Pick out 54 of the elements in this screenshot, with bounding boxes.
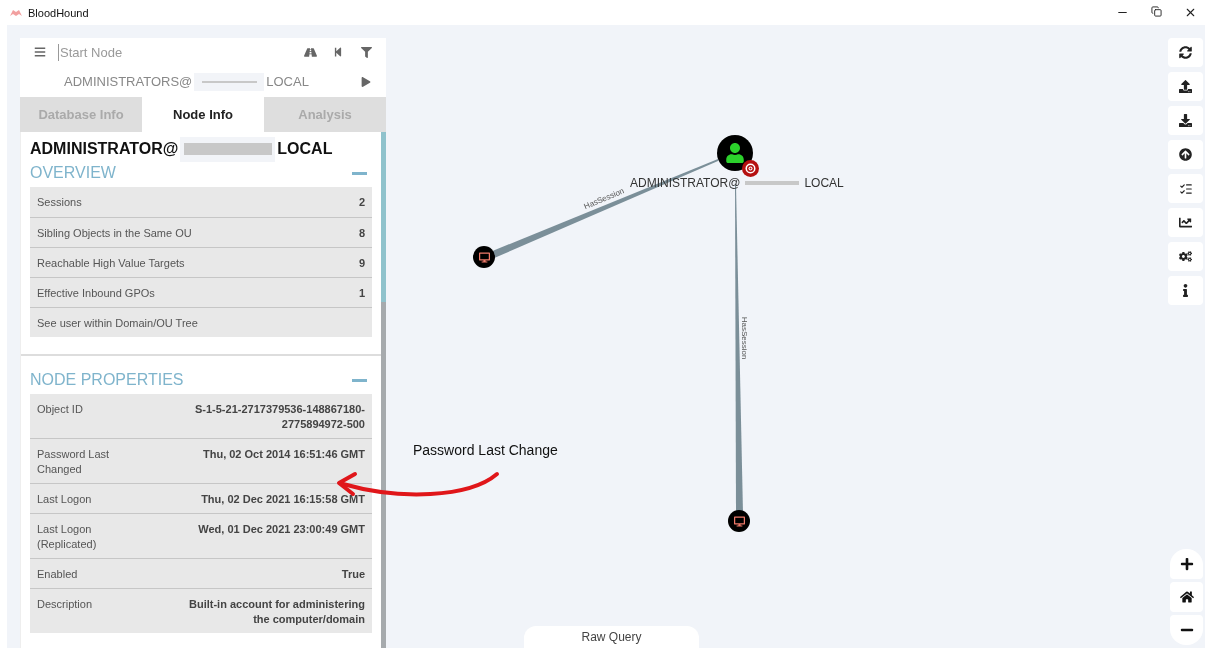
home-icon[interactable] xyxy=(1170,582,1203,612)
row-value: Built-in account for administering the computer/domain xyxy=(188,597,365,627)
info-icon[interactable] xyxy=(1168,276,1203,305)
redaction-bar xyxy=(745,181,800,185)
row-label[interactable]: See user within Domain/OU Tree xyxy=(37,316,198,331)
restore-icon[interactable] xyxy=(1151,6,1162,17)
row-label[interactable]: Sibling Objects in the Same OU xyxy=(37,226,192,241)
monitor-icon xyxy=(733,515,745,527)
row-label: Password Last Changed xyxy=(37,447,111,477)
monitor-icon xyxy=(478,251,490,263)
row-label[interactable]: Effective Inbound GPOs xyxy=(37,286,155,301)
raw-query-tab[interactable]: Raw Query xyxy=(524,626,699,648)
row-label: Object ID xyxy=(37,402,83,417)
start-node-text: LOCAL xyxy=(266,74,309,89)
graph-node[interactable] xyxy=(473,246,495,268)
node-title: LOCAL xyxy=(277,140,333,158)
upload-icon[interactable] xyxy=(1168,72,1203,101)
user-icon xyxy=(725,143,745,163)
row-value: S-1-5-21-2717379536-148867180-2775894972-500 xyxy=(193,402,365,432)
hound-logo-icon xyxy=(10,8,22,17)
row-value: 1 xyxy=(358,286,365,301)
row-value: Thu, 02 Dec 2021 16:15:58 GMT xyxy=(201,492,365,507)
start-node-text: ADMINISTRATORS@ xyxy=(64,74,193,89)
section-heading: OVERVIEW xyxy=(30,164,116,182)
row-label[interactable]: Reachable High Value Targets xyxy=(37,256,185,271)
graph-node[interactable] xyxy=(728,510,750,532)
annotation-text: Password Last Change xyxy=(413,442,558,458)
node-title: ADMINISTRATOR@ xyxy=(30,140,179,158)
zoom-in-icon[interactable] xyxy=(1170,549,1203,579)
row-value: True xyxy=(341,567,365,582)
row-label: Last Logon (Replicated) xyxy=(37,522,98,552)
checklist-icon[interactable] xyxy=(1168,174,1203,203)
zoom-out-icon[interactable] xyxy=(1170,615,1203,645)
scrollbar[interactable] xyxy=(381,132,386,648)
row-value: 2 xyxy=(358,195,365,210)
redaction-bar xyxy=(201,80,257,83)
settings-icon[interactable] xyxy=(1168,242,1203,271)
edge-label: HasSession xyxy=(740,316,749,360)
row-value: 8 xyxy=(358,226,365,241)
row-label: Last Logon xyxy=(37,492,92,507)
section-heading: NODE PROPERTIES xyxy=(30,371,184,389)
row-value: Wed, 01 Dec 2021 23:00:49 GMT xyxy=(198,522,365,537)
row-label: Enabled xyxy=(37,567,78,582)
close-icon[interactable] xyxy=(1184,6,1197,19)
refresh-icon[interactable] xyxy=(1168,38,1203,67)
row-value: 9 xyxy=(358,256,365,271)
row-value: Thu, 02 Oct 2014 16:51:46 GMT xyxy=(203,447,365,462)
chart-icon[interactable] xyxy=(1168,208,1203,237)
row-label[interactable]: Sessions xyxy=(37,195,82,210)
node-label: LOCAL xyxy=(804,176,844,190)
window-title: BloodHound xyxy=(28,6,89,19)
graph-node[interactable] xyxy=(717,135,753,171)
row-label: Description xyxy=(37,597,93,612)
download-icon[interactable] xyxy=(1168,106,1203,135)
